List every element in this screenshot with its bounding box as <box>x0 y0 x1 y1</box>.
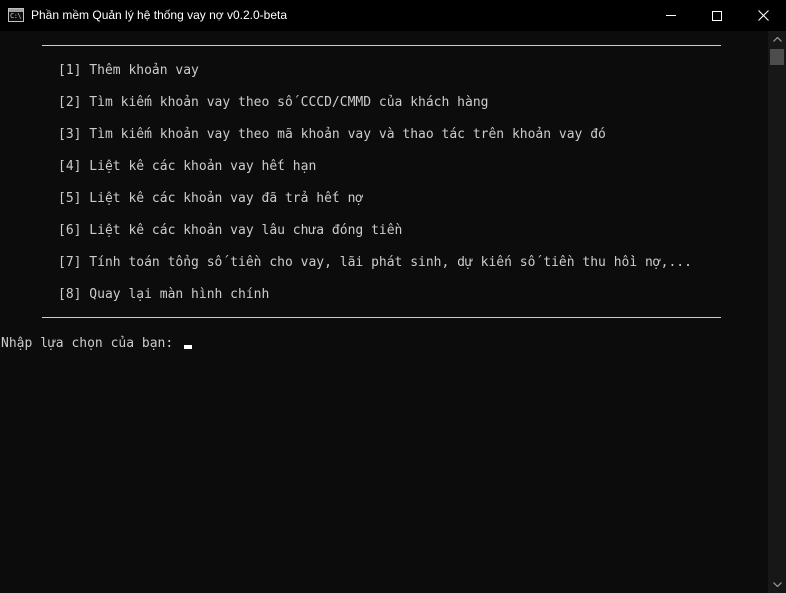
divider-bottom <box>42 317 721 318</box>
console-output[interactable]: [1] Thêm khoản vay [2] Tìm kiếm khoản va… <box>0 31 768 593</box>
prompt-label: Nhập lựa chọn của bạn: <box>1 336 182 351</box>
menu-item-back-to-main: [8] Quay lại màn hình chính <box>58 287 270 302</box>
minimize-icon <box>666 15 676 16</box>
menu-item-add-loan: [1] Thêm khoản vay <box>58 63 199 78</box>
divider-top <box>42 45 721 46</box>
icon-label: C:\ <box>10 12 22 20</box>
menu-item-calculate-totals: [7] Tính toán tổng số tiền cho vay, lãi … <box>58 255 692 270</box>
minimize-button[interactable] <box>648 0 694 31</box>
maximize-button[interactable] <box>694 0 740 31</box>
text-cursor <box>184 345 193 349</box>
chevron-down-icon <box>772 582 782 587</box>
title-bar[interactable]: C:\ Phần mềm Quản lý hệ thống vay nợ v0.… <box>0 0 786 31</box>
menu-item-search-by-id: [2] Tìm kiếm khoản vay theo số CCCD/CMMD… <box>58 95 489 110</box>
scroll-thumb[interactable] <box>770 49 784 65</box>
console-app-icon[interactable]: C:\ <box>8 8 24 22</box>
chevron-up-icon <box>772 37 782 42</box>
scroll-down-button[interactable] <box>768 576 786 593</box>
console-window: C:\ Phần mềm Quản lý hệ thống vay nợ v0.… <box>0 0 786 593</box>
input-prompt[interactable]: Nhập lựa chọn của bạn: <box>1 336 193 352</box>
scroll-up-button[interactable] <box>768 31 786 48</box>
window-title: Phần mềm Quản lý hệ thống vay nợ v0.2.0-… <box>31 8 288 22</box>
menu-item-overdue-loans: [6] Liệt kê các khoản vay lâu chưa đóng … <box>58 223 403 238</box>
menu-item-paid-off-loans: [5] Liệt kê các khoản vay đã trả hết nợ <box>58 191 364 206</box>
close-icon <box>757 10 769 21</box>
vertical-scrollbar[interactable] <box>768 31 786 593</box>
maximize-icon <box>712 10 722 21</box>
menu-item-search-by-loan-code: [3] Tìm kiếm khoản vay theo mã khoản vay… <box>58 127 606 142</box>
menu-item-expired-loans: [4] Liệt kê các khoản vay hết hạn <box>58 159 317 174</box>
close-button[interactable] <box>740 0 786 31</box>
